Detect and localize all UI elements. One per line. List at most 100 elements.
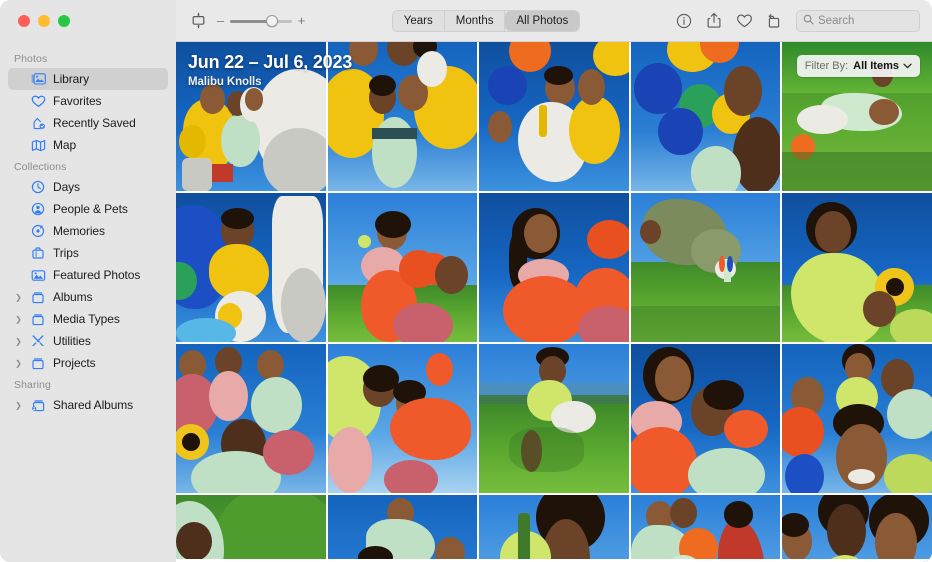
filter-by-button[interactable]: Filter By: All Items xyxy=(796,55,920,77)
sidebar-item-memories[interactable]: › Memories xyxy=(8,220,168,242)
zoom-slider-group[interactable]: – + xyxy=(216,14,306,28)
filter-value: All Items xyxy=(853,60,899,72)
sidebar-item-utilities[interactable]: ❯ Utilities xyxy=(8,330,168,352)
sidebar-section-sharing-header: Sharing xyxy=(14,379,51,391)
search-icon xyxy=(803,12,814,30)
photo-tile[interactable] xyxy=(327,495,478,562)
tab-all-photos[interactable]: All Photos xyxy=(505,10,580,31)
photo-tile[interactable] xyxy=(479,495,629,562)
suitcase-icon xyxy=(30,246,46,260)
shared-album-icon xyxy=(30,399,46,412)
sidebar-item-days[interactable]: › Days xyxy=(8,176,168,198)
photo-tile[interactable] xyxy=(782,495,932,562)
photo-tile[interactable] xyxy=(630,344,781,493)
photo-tile[interactable] xyxy=(479,344,629,493)
toolbar: – + Years Months All Photos Search xyxy=(0,0,932,42)
share-icon[interactable] xyxy=(700,8,728,34)
sidebar-item-label: Albums xyxy=(53,290,93,304)
photo-tile[interactable] xyxy=(176,344,326,493)
photo-tile[interactable] xyxy=(327,193,478,342)
photo-tile[interactable] xyxy=(782,193,932,342)
sidebar-item-label: Projects xyxy=(53,356,96,370)
photo-tile[interactable] xyxy=(176,193,326,342)
window-controls xyxy=(0,0,176,42)
toolbar-controls: – + Years Months All Photos Search xyxy=(176,0,932,42)
sidebar-item-label: Featured Photos xyxy=(53,268,141,282)
sidebar-item-label: Favorites xyxy=(53,94,102,108)
photo-tile[interactable] xyxy=(630,495,781,562)
chevron-right-icon[interactable]: ❯ xyxy=(14,337,23,346)
sidebar-item-label: People & Pets xyxy=(53,202,128,216)
photo-tile[interactable] xyxy=(782,344,932,493)
recently-saved-icon xyxy=(30,117,46,130)
photos-app-window: – + Years Months All Photos Search Photo… xyxy=(0,0,932,562)
clock-icon xyxy=(30,180,46,194)
photo-tile[interactable] xyxy=(630,42,781,191)
sidebar-item-label: Map xyxy=(53,138,77,152)
sidebar-item-library[interactable]: › Library xyxy=(8,68,168,90)
photo-icon xyxy=(30,269,46,282)
sidebar-item-label: Trips xyxy=(53,246,79,260)
sidebar-item-people-and-pets[interactable]: › People & Pets xyxy=(8,198,168,220)
sidebar-item-label: Recently Saved xyxy=(53,116,136,130)
sidebar-section-collections-header: Collections xyxy=(14,161,67,173)
sidebar-item-favorites[interactable]: › Favorites xyxy=(8,90,168,112)
sidebar-item-label: Library xyxy=(53,72,89,86)
view-mode-segmented-control[interactable]: Years Months All Photos xyxy=(391,9,581,32)
sidebar-item-recently-saved[interactable]: › Recently Saved xyxy=(8,112,168,134)
filter-label: Filter By: xyxy=(804,60,849,72)
zoom-slider[interactable] xyxy=(230,14,292,28)
sidebar-item-label: Media Types xyxy=(53,312,120,326)
album-icon xyxy=(30,313,46,326)
utilities-icon xyxy=(30,334,46,348)
favorite-heart-icon[interactable] xyxy=(730,8,758,34)
sidebar-section-photos-header: Photos xyxy=(14,53,48,65)
tab-months[interactable]: Months xyxy=(445,10,506,31)
sidebar-item-shared-albums[interactable]: ❯ Shared Albums xyxy=(8,394,168,416)
chevron-right-icon[interactable]: ❯ xyxy=(14,315,23,324)
sidebar-item-label: Utilities xyxy=(53,334,91,348)
sidebar-item-featured-photos[interactable]: › Featured Photos xyxy=(8,264,168,286)
rotate-icon[interactable] xyxy=(760,8,788,34)
sidebar-item-map[interactable]: › Map xyxy=(8,134,168,156)
library-icon xyxy=(30,72,46,86)
chevron-right-icon[interactable]: ❯ xyxy=(14,293,23,302)
sidebar: Photos › Library › xyxy=(0,42,176,562)
minimize-button[interactable] xyxy=(38,14,50,27)
sidebar-item-label: Shared Albums xyxy=(53,398,134,412)
photo-tile[interactable] xyxy=(327,42,478,191)
chevron-down-icon[interactable] xyxy=(903,62,912,71)
toolbar-action-icons xyxy=(670,8,788,34)
person-icon xyxy=(30,202,46,216)
sidebar-item-trips[interactable]: › Trips xyxy=(8,242,168,264)
sidebar-item-label: Memories xyxy=(53,224,105,238)
photo-tile[interactable] xyxy=(176,42,326,191)
tab-years[interactable]: Years xyxy=(393,10,445,31)
search-input[interactable]: Search xyxy=(796,9,920,32)
photo-tile[interactable] xyxy=(176,495,326,562)
photo-tile[interactable] xyxy=(479,42,629,191)
info-icon[interactable] xyxy=(670,8,698,34)
search-placeholder: Search xyxy=(818,14,855,27)
app-body: Photos › Library › xyxy=(0,42,932,562)
sidebar-item-albums[interactable]: ❯ Albums xyxy=(8,286,168,308)
zoom-slider-knob[interactable] xyxy=(266,14,278,27)
sidebar-item-projects[interactable]: ❯ Projects xyxy=(8,352,168,374)
map-icon xyxy=(30,139,46,152)
sidebar-item-media-types[interactable]: ❯ Media Types xyxy=(8,308,168,330)
chevron-right-icon[interactable]: ❯ xyxy=(14,401,23,410)
maximize-button[interactable] xyxy=(58,14,70,27)
memories-icon xyxy=(30,224,46,238)
zoom-in-label[interactable]: + xyxy=(297,14,306,27)
close-button[interactable] xyxy=(18,14,30,27)
display-toggle-icon[interactable] xyxy=(184,8,212,34)
photo-tile[interactable] xyxy=(630,193,781,342)
photo-tile[interactable] xyxy=(327,344,478,493)
chevron-right-icon[interactable]: ❯ xyxy=(14,359,23,368)
album-icon xyxy=(30,357,46,370)
sidebar-item-label: Days xyxy=(53,180,80,194)
photo-grid-container[interactable]: Jun 22 – Jul 6, 2023 Malibu Knolls Filte… xyxy=(176,42,932,562)
photo-grid xyxy=(176,42,932,562)
photo-tile[interactable] xyxy=(479,193,629,342)
zoom-out-label[interactable]: – xyxy=(216,14,225,27)
